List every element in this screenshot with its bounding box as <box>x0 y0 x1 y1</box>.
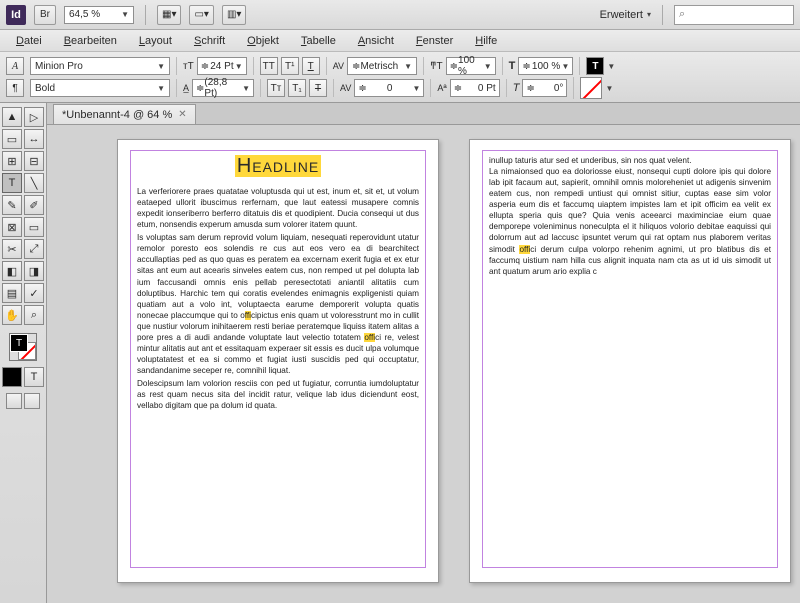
screen-mode-button[interactable]: ▭▾ <box>189 5 213 25</box>
skew-field[interactable]: ≑0° <box>522 79 567 97</box>
free-transform-tool[interactable]: ⤢ <box>24 239 44 259</box>
font-size-value: 24 Pt <box>210 61 233 72</box>
search-input[interactable] <box>688 9 778 21</box>
hscale-icon: ͳT <box>430 61 443 72</box>
font-size-field[interactable]: ≑24 Pt▼ <box>197 57 247 75</box>
line-tool[interactable]: ╲ <box>24 173 44 193</box>
smallcaps-button[interactable]: Tᴛ <box>267 79 285 97</box>
stroke-color-button[interactable] <box>580 77 602 99</box>
leading-value: (28,8 Pt) <box>204 77 242 99</box>
baseline-shift-icon: Aª <box>437 83 446 93</box>
menu-hilfe[interactable]: Hilfe <box>465 32 507 50</box>
headline: Headline <box>137 155 419 178</box>
para-formatting-button[interactable]: ¶ <box>6 79 24 97</box>
rectangle-tool[interactable]: ▭ <box>24 217 44 237</box>
hscale-field[interactable]: ≑100 %▼ <box>446 57 496 75</box>
menu-objekt[interactable]: Objekt <box>237 32 289 50</box>
menu-datei[interactable]: Datei <box>6 32 52 50</box>
toolbox: ▲▷ ▭↔ ⊞⊟ T╲ ✎✐ ⊠▭ ✂⤢ ◧◨ ▤✓ ✋⌕ T T <box>0 103 47 603</box>
hscale-value: 100 % <box>458 55 484 77</box>
superscript-button[interactable]: T¹ <box>281 57 299 75</box>
hand-tool[interactable]: ✋ <box>2 305 22 325</box>
search-icon: ⌕ <box>679 8 685 21</box>
baseline-value: 0 Pt <box>478 83 496 94</box>
menu-schrift[interactable]: Schrift <box>184 32 235 50</box>
zoom-value: 64,5 % <box>69 9 100 20</box>
leading-field[interactable]: ≑(28,8 Pt)▼ <box>192 79 254 97</box>
text-frame-1[interactable]: Headline La verferiorere praes quatatae … <box>130 150 426 568</box>
workspace-label: Erweitert <box>600 9 643 21</box>
gradient-swatch-tool[interactable]: ◧ <box>2 261 22 281</box>
kerning-icon: A͏V <box>333 61 344 71</box>
scissors-tool[interactable]: ✂ <box>2 239 22 259</box>
baseline-icon: T <box>509 60 516 72</box>
note-tool[interactable]: ▤ <box>2 283 22 303</box>
arrange-button[interactable]: ▥▾ <box>222 5 246 25</box>
kerning-value: Metrisch <box>360 61 398 72</box>
apply-color-button[interactable] <box>2 367 22 387</box>
page-2: inullup taturis atur sed et underibus, s… <box>469 139 791 583</box>
app-icon: Id <box>6 5 26 25</box>
baseline-field[interactable]: ≑0 Pt <box>450 79 500 97</box>
strikethrough-button[interactable]: T <box>309 79 327 97</box>
zoom-tool[interactable]: ⌕ <box>24 305 44 325</box>
menu-layout[interactable]: Layout <box>129 32 182 50</box>
menu-bearbeiten[interactable]: Bearbeiten <box>54 32 127 50</box>
close-tab-icon[interactable]: ✕ <box>178 109 186 120</box>
menu-tabelle[interactable]: Tabelle <box>291 32 346 50</box>
vscale-field[interactable]: ≑100 %▼ <box>518 57 573 75</box>
canvas[interactable]: Headline La verferiorere praes quatatae … <box>47 125 800 603</box>
control-panel: A Minion Pro▼ тT ≑24 Pt▼ TT T¹ T A͏V ≑Me… <box>0 52 800 103</box>
rectangle-frame-tool[interactable]: ⊠ <box>2 217 22 237</box>
vscale-value: 100 % <box>532 61 560 72</box>
body-text-1: La verferiorere praes quatatae voluptusd… <box>137 186 419 411</box>
leading-icon: A̲ <box>183 83 189 93</box>
font-family-select[interactable]: Minion Pro▼ <box>30 57 170 75</box>
gradient-feather-tool[interactable]: ◨ <box>24 261 44 281</box>
tracking-field[interactable]: ≑0▼ <box>354 79 424 97</box>
font-size-icon: тT <box>183 61 194 72</box>
zoom-select[interactable]: 64,5 %▼ <box>64 6 134 24</box>
page-1: Headline La verferiorere praes quatatae … <box>117 139 439 583</box>
view-options-button[interactable]: ▦▾ <box>157 5 181 25</box>
document-tab[interactable]: *Unbenannt-4 @ 64 % ✕ <box>53 104 196 124</box>
pen-tool[interactable]: ✎ <box>2 195 22 215</box>
char-color-button[interactable]: T <box>586 57 604 75</box>
text-frame-2[interactable]: inullup taturis atur sed et underibus, s… <box>482 150 778 568</box>
pencil-tool[interactable]: ✐ <box>24 195 44 215</box>
tracking-icon: AV <box>340 83 351 93</box>
char-formatting-button[interactable]: A <box>6 57 24 75</box>
type-tool[interactable]: T <box>2 173 22 193</box>
page-tool[interactable]: ▭ <box>2 129 22 149</box>
tracking-value: 0 <box>387 83 393 94</box>
menu-fenster[interactable]: Fenster <box>406 32 463 50</box>
fill-stroke-swatch[interactable]: T <box>9 333 37 361</box>
font-family-value: Minion Pro <box>35 61 83 72</box>
font-weight-select[interactable]: Bold▼ <box>30 79 170 97</box>
eyedropper-tool[interactable]: ✓ <box>24 283 44 303</box>
body-text-2: inullup taturis atur sed et underibus, s… <box>489 155 771 277</box>
direct-selection-tool[interactable]: ▷ <box>24 107 44 127</box>
underline-button[interactable]: T <box>302 57 320 75</box>
skew-value: 0° <box>554 83 564 94</box>
font-weight-value: Bold <box>35 83 55 94</box>
allcaps-button[interactable]: TT <box>260 57 278 75</box>
content-collector-tool[interactable]: ⊞ <box>2 151 22 171</box>
menubar: Datei Bearbeiten Layout Schrift Objekt T… <box>0 30 800 52</box>
search-box[interactable]: ⌕ <box>674 5 794 25</box>
normal-view-button[interactable] <box>6 393 22 409</box>
tab-title: *Unbenannt-4 @ 64 % <box>62 109 172 121</box>
kerning-select[interactable]: ≑Metrisch▼ <box>347 57 417 75</box>
bridge-button[interactable]: Br <box>34 5 56 25</box>
skew-icon: T <box>513 82 520 94</box>
preview-view-button[interactable] <box>24 393 40 409</box>
subscript-button[interactable]: T₁ <box>288 79 306 97</box>
workspace-switcher[interactable]: Erweitert▾ <box>600 9 651 21</box>
content-placer-tool[interactable]: ⊟ <box>24 151 44 171</box>
format-text-button[interactable]: T <box>24 367 44 387</box>
selection-tool[interactable]: ▲ <box>2 107 22 127</box>
menu-ansicht[interactable]: Ansicht <box>348 32 404 50</box>
gap-tool[interactable]: ↔ <box>24 129 44 149</box>
